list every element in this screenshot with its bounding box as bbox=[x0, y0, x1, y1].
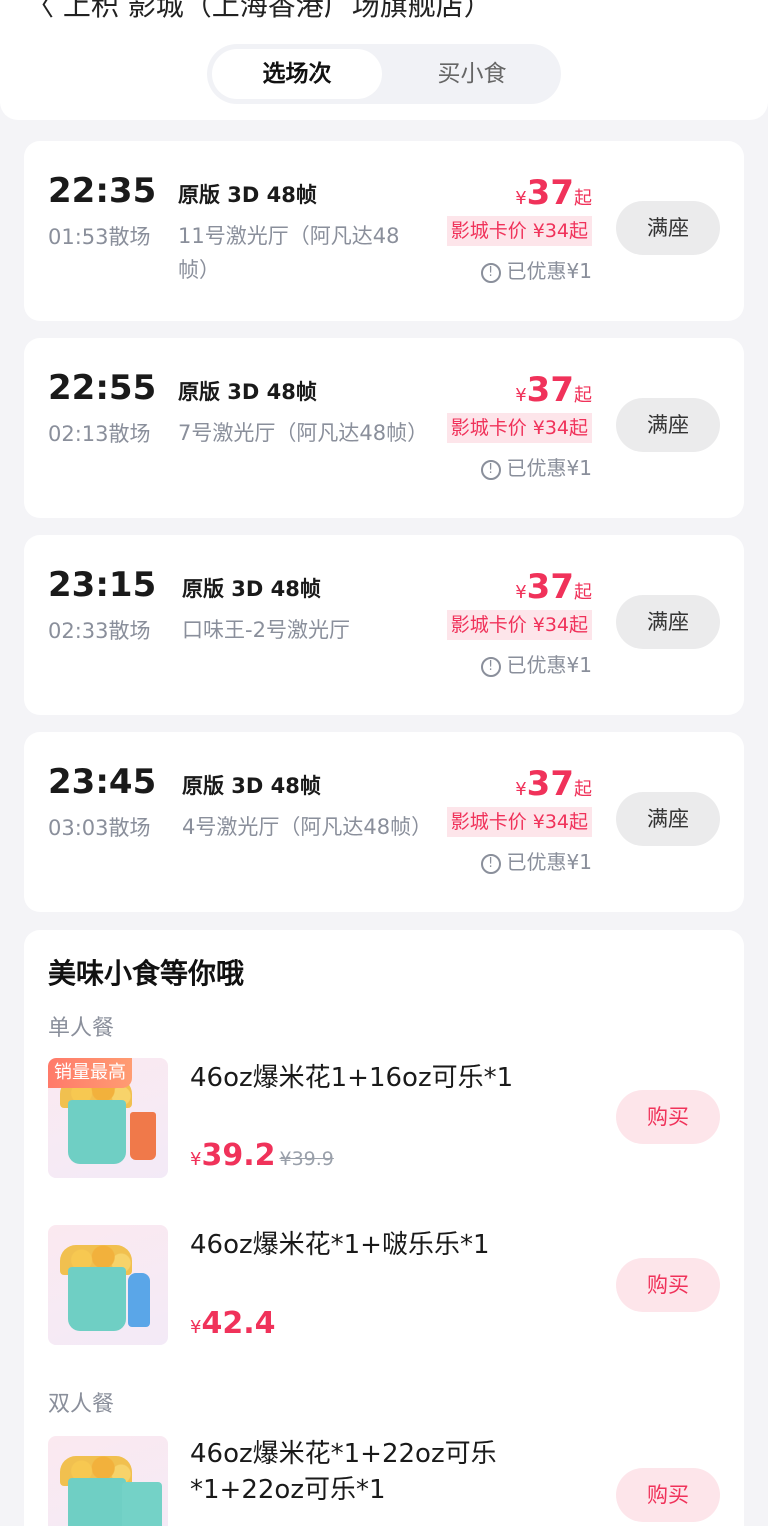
member-card-price: 影城卡价 ¥34起 bbox=[446, 807, 592, 837]
price-suffix: 起 bbox=[574, 779, 592, 800]
end-time: 01:53散场 bbox=[48, 225, 151, 249]
snacks-title: 美味小食等你哦 bbox=[48, 957, 245, 990]
page-title: 〈 上积 影城（上海香港广场旗舰店） bbox=[26, 0, 492, 22]
double-meal-label: 双人餐 bbox=[48, 1392, 115, 1417]
film-format: 原版 3D 48帧 bbox=[178, 380, 317, 404]
combo-name: 46oz爆米花*1+22oz可乐*1+22oz可乐*1 bbox=[190, 1439, 497, 1505]
discount-text: 已优惠¥1 bbox=[506, 653, 592, 677]
sold-out-button[interactable]: 满座 bbox=[616, 595, 720, 649]
film-format: 原版 3D 48帧 bbox=[182, 577, 321, 601]
end-time: 03:03散场 bbox=[48, 816, 151, 840]
price-suffix: 起 bbox=[574, 188, 592, 209]
discount-info: ! 已优惠¥1 bbox=[480, 452, 592, 481]
price-value: 37 bbox=[526, 370, 574, 410]
price: ¥37起 bbox=[515, 370, 592, 410]
drink-bottle-graphic bbox=[128, 1273, 150, 1327]
start-time: 22:55 bbox=[48, 368, 157, 408]
hall-name: 11号激光厅（阿凡达48帧） bbox=[178, 224, 400, 282]
yen-symbol: ¥ bbox=[515, 779, 527, 800]
buy-button[interactable]: 购买 bbox=[616, 1258, 720, 1312]
best-seller-badge: 销量最高 bbox=[48, 1058, 132, 1088]
price-suffix: 起 bbox=[574, 582, 592, 603]
yen-symbol: ¥ bbox=[515, 582, 527, 603]
price: ¥37起 bbox=[515, 173, 592, 213]
price: ¥37起 bbox=[515, 764, 592, 804]
yen-symbol: ¥ bbox=[190, 1149, 202, 1170]
start-time: 23:15 bbox=[48, 565, 157, 605]
buy-button[interactable]: 购买 bbox=[616, 1090, 720, 1144]
snacks-section: 美味小食等你哦 单人餐 销量最高 46oz爆米花1+16oz可乐*1 ¥39.2… bbox=[24, 930, 744, 1526]
hall-name: 4号激光厅（阿凡达48帧） bbox=[182, 815, 433, 839]
price-suffix: 起 bbox=[574, 385, 592, 406]
yen-symbol: ¥ bbox=[515, 188, 527, 209]
showtime-card[interactable]: 22:55 02:13散场 原版 3D 48帧 7号激光厅（阿凡达48帧） ¥3… bbox=[24, 338, 744, 518]
combo-image[interactable]: 销量最高 bbox=[48, 1058, 168, 1178]
original-price: ¥39.9 bbox=[279, 1148, 334, 1170]
discount-text: 已优惠¥1 bbox=[506, 456, 592, 480]
price-value: 39.2 bbox=[201, 1138, 276, 1173]
hall-name: 口味王-2号激光厅 bbox=[182, 618, 350, 642]
film-format: 原版 3D 48帧 bbox=[178, 183, 317, 207]
tab-showtimes[interactable]: 选场次 bbox=[212, 49, 382, 99]
top-bar: 〈 上积 影城（上海香港广场旗舰店） 选场次 买小食 bbox=[0, 0, 768, 120]
film-format: 原版 3D 48帧 bbox=[182, 774, 321, 798]
combo-name: 46oz爆米花*1+啵乐乐*1 bbox=[190, 1230, 490, 1260]
buy-button[interactable]: 购买 bbox=[616, 1468, 720, 1522]
combo-image[interactable] bbox=[48, 1436, 168, 1526]
end-time: 02:33散场 bbox=[48, 619, 151, 643]
combo-name: 46oz爆米花1+16oz可乐*1 bbox=[190, 1063, 514, 1093]
bucket-graphic bbox=[68, 1100, 126, 1164]
price-value: 37 bbox=[526, 764, 574, 804]
discount-info: ! 已优惠¥1 bbox=[480, 846, 592, 875]
info-circle-icon: ! bbox=[480, 460, 501, 480]
discount-text: 已优惠¥1 bbox=[506, 850, 592, 874]
sold-out-button[interactable]: 满座 bbox=[616, 792, 720, 846]
yen-symbol: ¥ bbox=[515, 385, 527, 406]
price-value: 37 bbox=[526, 173, 574, 213]
start-time: 22:35 bbox=[48, 171, 157, 211]
price-value: 42.4 bbox=[201, 1306, 276, 1341]
cola-cup-graphic bbox=[130, 1112, 156, 1160]
sold-out-button[interactable]: 满座 bbox=[616, 398, 720, 452]
discount-text: 已优惠¥1 bbox=[506, 259, 592, 283]
member-card-price: 影城卡价 ¥34起 bbox=[446, 413, 592, 443]
combo-image[interactable] bbox=[48, 1225, 168, 1345]
yen-symbol: ¥ bbox=[190, 1317, 202, 1338]
discount-info: ! 已优惠¥1 bbox=[480, 255, 592, 284]
price: ¥37起 bbox=[515, 567, 592, 607]
info-circle-icon: ! bbox=[480, 657, 501, 677]
showtime-card[interactable]: 23:45 03:03散场 原版 3D 48帧 4号激光厅（阿凡达48帧） ¥3… bbox=[24, 732, 744, 912]
price-value: 37 bbox=[526, 567, 574, 607]
member-card-price: 影城卡价 ¥34起 bbox=[446, 610, 592, 640]
showtime-card[interactable]: 22:35 01:53散场 原版 3D 48帧 11号激光厅（阿凡达48帧） ¥… bbox=[24, 141, 744, 321]
member-card-price: 影城卡价 ¥34起 bbox=[446, 216, 592, 246]
end-time: 02:13散场 bbox=[48, 422, 151, 446]
showtime-card[interactable]: 23:15 02:33散场 原版 3D 48帧 口味王-2号激光厅 ¥37起 影… bbox=[24, 535, 744, 715]
info-circle-icon: ! bbox=[480, 263, 501, 283]
segmented-tabs: 选场次 买小食 bbox=[207, 44, 561, 104]
bucket-graphic bbox=[68, 1267, 126, 1331]
discount-info: ! 已优惠¥1 bbox=[480, 649, 592, 678]
hall-name: 7号激光厅（阿凡达48帧） bbox=[178, 421, 429, 445]
single-meal-label: 单人餐 bbox=[48, 1016, 115, 1041]
second-bucket-graphic bbox=[122, 1482, 162, 1526]
combo-price: ¥42.4 bbox=[190, 1306, 275, 1341]
start-time: 23:45 bbox=[48, 762, 157, 802]
tab-snacks[interactable]: 买小食 bbox=[387, 49, 557, 99]
bucket-graphic bbox=[68, 1478, 126, 1526]
sold-out-button[interactable]: 满座 bbox=[616, 201, 720, 255]
info-circle-icon: ! bbox=[480, 854, 501, 874]
combo-price: ¥39.2 ¥39.9 bbox=[190, 1138, 334, 1173]
